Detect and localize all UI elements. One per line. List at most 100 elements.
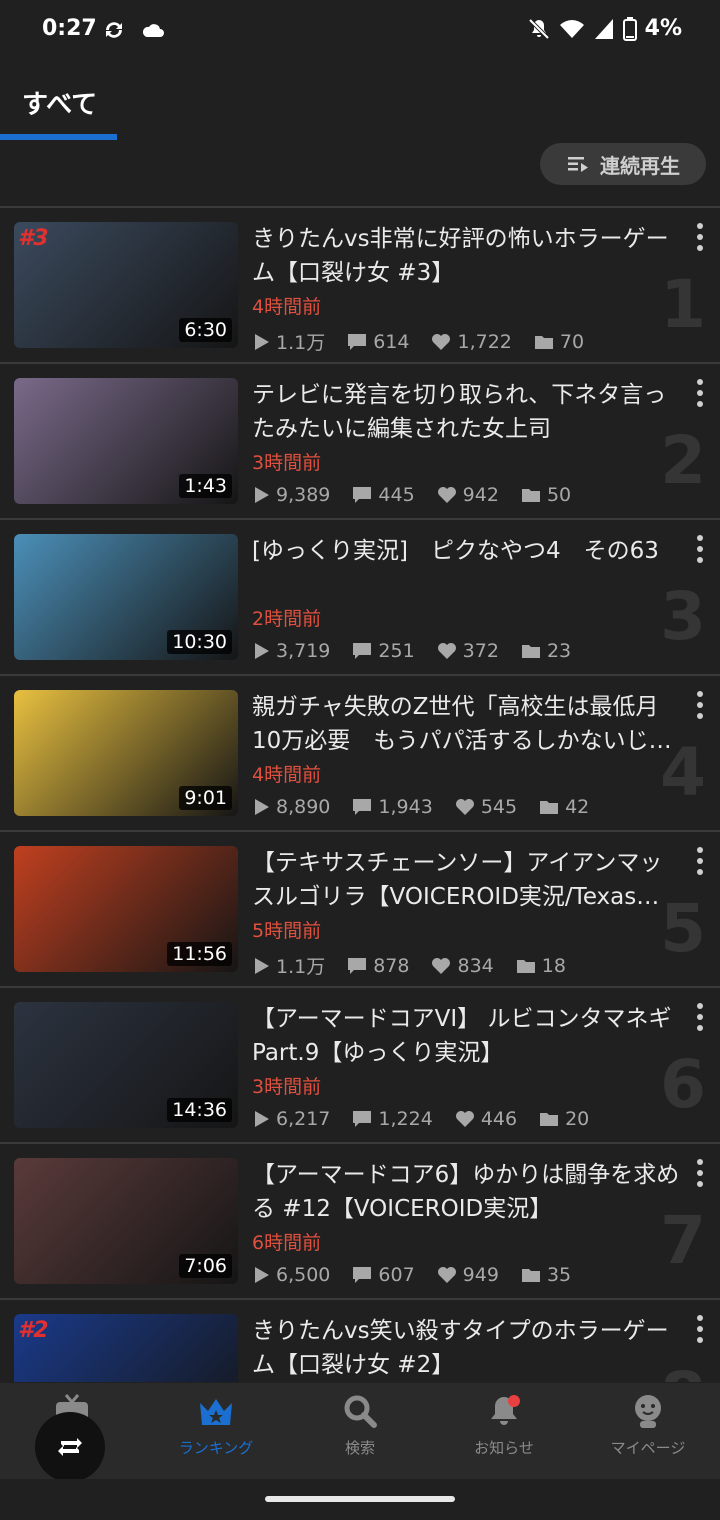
like-count: 545 — [480, 796, 518, 818]
rank-number: 4 — [660, 734, 706, 811]
more-options-icon[interactable] — [694, 1002, 706, 1032]
video-thumbnail[interactable]: 7:06 — [14, 1158, 238, 1284]
more-options-icon[interactable] — [694, 846, 706, 876]
comment-icon — [348, 333, 367, 350]
nav-notifications[interactable]: お知らせ — [432, 1393, 576, 1458]
more-options-icon[interactable] — [694, 1314, 706, 1344]
play-icon — [255, 1111, 269, 1127]
folder-icon — [521, 489, 540, 502]
comment-icon — [348, 957, 367, 974]
heart-icon — [455, 799, 474, 815]
heart-icon — [432, 333, 451, 350]
nav-search[interactable]: 検索 — [288, 1393, 432, 1458]
comment-count: 445 — [378, 484, 415, 506]
rank-number: 3 — [660, 578, 706, 655]
video-title[interactable]: テレビに発言を切り取られ、下ネタ言ったみたいに編集された女上司 — [252, 378, 680, 446]
status-left-icons — [102, 18, 166, 42]
view-count: 9,389 — [276, 484, 331, 506]
video-stats: 1.1万 614 1,722 70 — [254, 328, 584, 355]
video-thumbnail[interactable]: 11:56 — [14, 846, 238, 972]
comment-count: 878 — [373, 954, 410, 977]
view-count: 8,890 — [276, 796, 331, 818]
video-title[interactable]: 【アーマードコア6】ゆかりは闘争を求める #12【VOICEROID実況】 — [252, 1158, 680, 1226]
like-count: 834 — [457, 954, 494, 977]
video-duration: 9:01 — [179, 786, 232, 810]
repeat-icon — [58, 1438, 82, 1456]
video-title[interactable]: 【アーマードコアVI】 ルビコンタマネギ Part.9【ゆっくり実況】 — [252, 1002, 680, 1070]
video-duration: 7:06 — [179, 1254, 232, 1278]
list-item[interactable]: 9:01 親ガチャ失敗のZ世代「高校生は最低月10万必要 もうパパ活するしかないじ… — [0, 674, 720, 830]
video-thumbnail[interactable]: 14:36 — [14, 1002, 238, 1128]
folder-icon — [540, 801, 559, 814]
more-options-icon[interactable] — [694, 534, 706, 564]
heart-icon — [437, 643, 456, 659]
bell-icon — [491, 1395, 520, 1425]
posted-time: 4時間前 — [252, 764, 322, 786]
mute-icon — [528, 18, 550, 39]
more-options-icon[interactable] — [694, 1158, 706, 1188]
like-count: 446 — [480, 1108, 518, 1130]
video-thumbnail[interactable]: #3 6:30 — [14, 222, 238, 348]
thumbnail-tag: #2 — [18, 1318, 49, 1343]
list-item[interactable]: #2 きりたんvs笑い殺すタイプのホラーゲーム【口裂け女 #2】8 — [0, 1298, 720, 1382]
search-icon — [344, 1395, 377, 1428]
video-thumbnail[interactable]: 9:01 — [14, 690, 238, 816]
comment-icon — [353, 1111, 372, 1127]
repeat-floating-button[interactable] — [35, 1412, 105, 1482]
folder-icon — [516, 959, 535, 973]
list-item[interactable]: 10:30 [ゆっくり実況] ピクなやつ4 その63 3 2時間前 3,719 251 37… — [0, 518, 720, 674]
video-title[interactable]: 親ガチャ失敗のZ世代「高校生は最低月10万必要 もうパパ活するしかないじゃん」 — [252, 690, 680, 758]
mylist-count: 18 — [541, 954, 566, 977]
view-count: 3,719 — [276, 640, 331, 662]
like-count: 372 — [462, 640, 499, 662]
comment-icon — [353, 799, 372, 815]
video-duration: 10:30 — [167, 630, 232, 654]
video-stats: 9,389 445 942 50 — [254, 484, 571, 506]
cloud-icon — [142, 24, 164, 37]
play-icon — [255, 799, 269, 815]
more-options-icon[interactable] — [694, 690, 706, 720]
list-item[interactable]: 14:36 【アーマードコアVI】 ルビコンタマネギ Part.9【ゆっくり実況】… — [0, 986, 720, 1142]
nav-search-label: 検索 — [344, 1439, 375, 1457]
video-thumbnail[interactable]: #2 — [14, 1314, 238, 1382]
list-item[interactable]: #3 6:30 きりたんvs非常に好評の怖いホラーゲーム【口裂け女 #3】 1 4時間前… — [0, 206, 720, 362]
more-options-icon[interactable] — [694, 378, 706, 408]
nav-ranking[interactable]: ランキング — [144, 1393, 288, 1458]
battery-percent: 4% — [644, 16, 682, 41]
heart-icon — [455, 1111, 474, 1127]
posted-time: 3時間前 — [252, 1076, 322, 1098]
heart-icon — [437, 1267, 456, 1283]
play-icon — [255, 1267, 269, 1283]
comment-icon — [353, 487, 372, 503]
nav-ranking-label: ランキング — [178, 1439, 254, 1457]
comment-count: 1,224 — [378, 1108, 433, 1130]
tab-all[interactable]: すべて — [22, 84, 97, 121]
more-options-icon[interactable] — [694, 222, 706, 252]
list-item[interactable]: 7:06 【アーマードコア6】ゆかりは闘争を求める #12【VOICEROID実況… — [0, 1142, 720, 1298]
rank-number: 2 — [660, 422, 706, 499]
bottom-navigation: ランキング 検索 お知らせ マイページ — [0, 1383, 720, 1479]
nav-mypage[interactable]: マイページ — [576, 1393, 720, 1458]
video-title[interactable]: きりたんvs笑い殺すタイプのホラーゲーム【口裂け女 #2】 — [252, 1314, 680, 1382]
video-thumbnail[interactable]: 1:43 — [14, 378, 238, 504]
home-gesture-bar[interactable] — [265, 1496, 455, 1502]
comment-count: 1,943 — [378, 796, 433, 818]
video-title[interactable]: 【テキサスチェーンソー】アイアンマッスルゴリラ【VOICEROID実況/Texa… — [252, 846, 680, 914]
thumbnail-tag: #3 — [18, 226, 49, 251]
list-item[interactable]: 1:43 テレビに発言を切り取られ、下ネタ言ったみたいに編集された女上司 2 3時間前… — [0, 362, 720, 518]
view-count: 6,500 — [276, 1264, 331, 1286]
list-item[interactable]: 11:56 【テキサスチェーンソー】アイアンマッスルゴリラ【VOICEROID実況… — [0, 830, 720, 986]
video-title[interactable]: きりたんvs非常に好評の怖いホラーゲーム【口裂け女 #3】 — [252, 222, 680, 290]
video-duration: 11:56 — [167, 942, 232, 966]
wifi-icon — [559, 19, 584, 38]
playlist-play-icon — [568, 157, 588, 172]
play-icon — [255, 957, 269, 974]
video-duration: 6:30 — [179, 318, 232, 342]
play-icon — [255, 487, 269, 503]
video-thumbnail[interactable]: 10:30 — [14, 534, 238, 660]
play-icon — [255, 643, 269, 659]
tab-indicator — [0, 134, 117, 140]
status-time: 0:27 — [42, 16, 97, 41]
continuous-play-button[interactable]: 連続再生 — [540, 143, 706, 185]
video-title[interactable]: [ゆっくり実況] ピクなやつ4 その63 — [252, 534, 680, 568]
